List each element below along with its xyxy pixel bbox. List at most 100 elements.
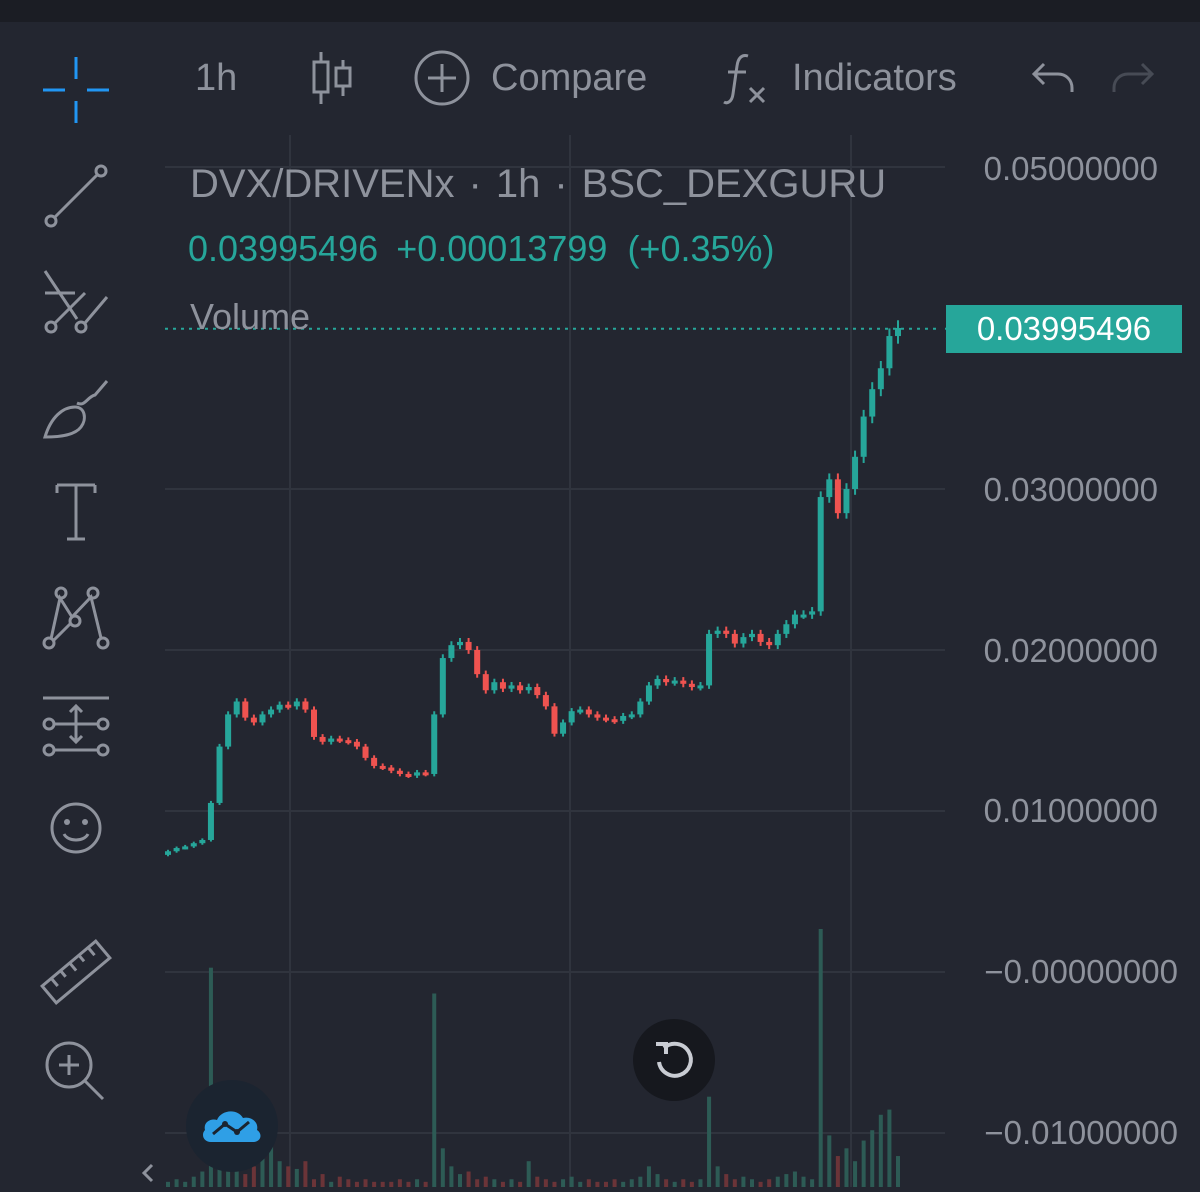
candle-body [757, 633, 764, 642]
volume-bar [389, 1181, 394, 1187]
indicators-button[interactable]: Indicators [722, 50, 957, 106]
volume-bar [887, 1109, 892, 1187]
scroll-left-button[interactable] [140, 1160, 156, 1192]
volume-bar [329, 1181, 334, 1187]
candle-body [731, 633, 738, 644]
volume-bar [827, 1135, 832, 1187]
chart-style-button[interactable] [310, 50, 354, 106]
candle-body [877, 368, 884, 390]
candle-body [319, 736, 326, 742]
volume-legend[interactable]: Volume [190, 296, 310, 338]
candle-body [199, 839, 206, 844]
volume-bar [475, 1179, 480, 1187]
volume-bar [655, 1174, 660, 1187]
volume-bar [621, 1181, 626, 1187]
volume-bar [251, 1166, 256, 1187]
candle-body [371, 757, 378, 766]
candle-body [568, 711, 575, 723]
top-toolbar: 1h Compare Indicators [0, 22, 1200, 132]
candle-body [611, 719, 618, 723]
ruler-icon [40, 938, 112, 1006]
interval-button[interactable]: 1h [195, 50, 237, 106]
candle-body [748, 633, 756, 638]
candle-body [886, 336, 893, 369]
candle-body [173, 848, 180, 852]
candle-body [465, 641, 472, 650]
volume-bar [500, 1181, 505, 1187]
candle-body [268, 709, 275, 715]
compare-button[interactable]: Compare [413, 50, 647, 106]
candle-body [577, 709, 584, 713]
reset-chart-button[interactable] [633, 1019, 715, 1101]
volume-bar [792, 1171, 797, 1187]
candle-body [525, 687, 532, 691]
volume-bar [372, 1181, 377, 1187]
candle-body [362, 746, 369, 758]
legend-exchange: BSC_DEXGURU [581, 162, 887, 206]
candle-body [723, 630, 730, 634]
volume-bar [681, 1179, 686, 1187]
candle-body [508, 685, 515, 689]
volume-bar [543, 1179, 548, 1187]
chevron-left-icon [141, 1163, 154, 1183]
volume-bar [749, 1179, 755, 1187]
volume-bar [432, 993, 437, 1187]
volume-bar [895, 1156, 901, 1187]
candle-body [448, 645, 455, 659]
volume-bar [810, 1179, 815, 1187]
volume-bar [707, 1096, 712, 1187]
projection-tool[interactable] [36, 685, 116, 765]
candle-body [422, 772, 429, 776]
text-tool[interactable] [36, 472, 116, 552]
volume-bar [603, 1181, 609, 1187]
symbol-legend[interactable]: DVX/DRIVENx · 1h · BSC_DEXGURU [190, 162, 886, 207]
candle-body [328, 738, 335, 742]
volume-bar [457, 1174, 463, 1187]
volume-bar [646, 1166, 651, 1187]
crosshair-tool[interactable] [36, 50, 116, 130]
candle-body [250, 717, 257, 723]
pitchfork-tool[interactable] [36, 262, 116, 342]
volume-bar [835, 1156, 840, 1187]
candle-body [774, 633, 781, 646]
volume-bar [346, 1179, 351, 1187]
candle-body [293, 701, 300, 707]
volume-bar [415, 1179, 420, 1187]
volume-bar [294, 1168, 299, 1187]
volume-bar [698, 1179, 703, 1187]
pattern-tool[interactable] [36, 576, 116, 656]
brush-tool[interactable] [36, 368, 116, 448]
candle-body [542, 695, 549, 707]
candle-body [190, 843, 197, 847]
candle-body [680, 680, 687, 684]
volume-bar [724, 1174, 729, 1187]
undo-button[interactable] [1030, 50, 1076, 106]
volume-bar [518, 1181, 523, 1187]
redo-button[interactable] [1110, 50, 1156, 106]
candle-body [207, 802, 214, 840]
zoom-in-tool[interactable] [36, 1032, 116, 1112]
ruler-tool[interactable] [36, 932, 116, 1012]
legend-values: 0.03995496 +0.00013799 (+0.35%) [188, 228, 775, 270]
volume-bar [286, 1166, 291, 1187]
volume-bar [320, 1174, 325, 1187]
volume-bar [844, 1148, 849, 1187]
volume-bar [277, 1161, 282, 1187]
volume-bar [191, 1176, 196, 1187]
volume-bar [483, 1176, 488, 1187]
volume-bar [578, 1181, 583, 1187]
candle-body [585, 709, 592, 715]
volume-bar [664, 1179, 669, 1187]
trend-line-tool[interactable] [36, 156, 116, 236]
projection-icon [42, 696, 110, 757]
volume-bar [861, 1140, 866, 1187]
interval-label: 1h [195, 56, 238, 99]
dexguru-logo-button[interactable] [186, 1080, 278, 1172]
volume-bar [406, 1181, 411, 1187]
candle-body [817, 497, 824, 612]
volume-bar [509, 1179, 514, 1187]
zoom-in-icon [45, 1041, 105, 1101]
candle-body [843, 489, 850, 514]
candle-body [259, 714, 266, 723]
emoji-tool[interactable] [36, 788, 116, 868]
